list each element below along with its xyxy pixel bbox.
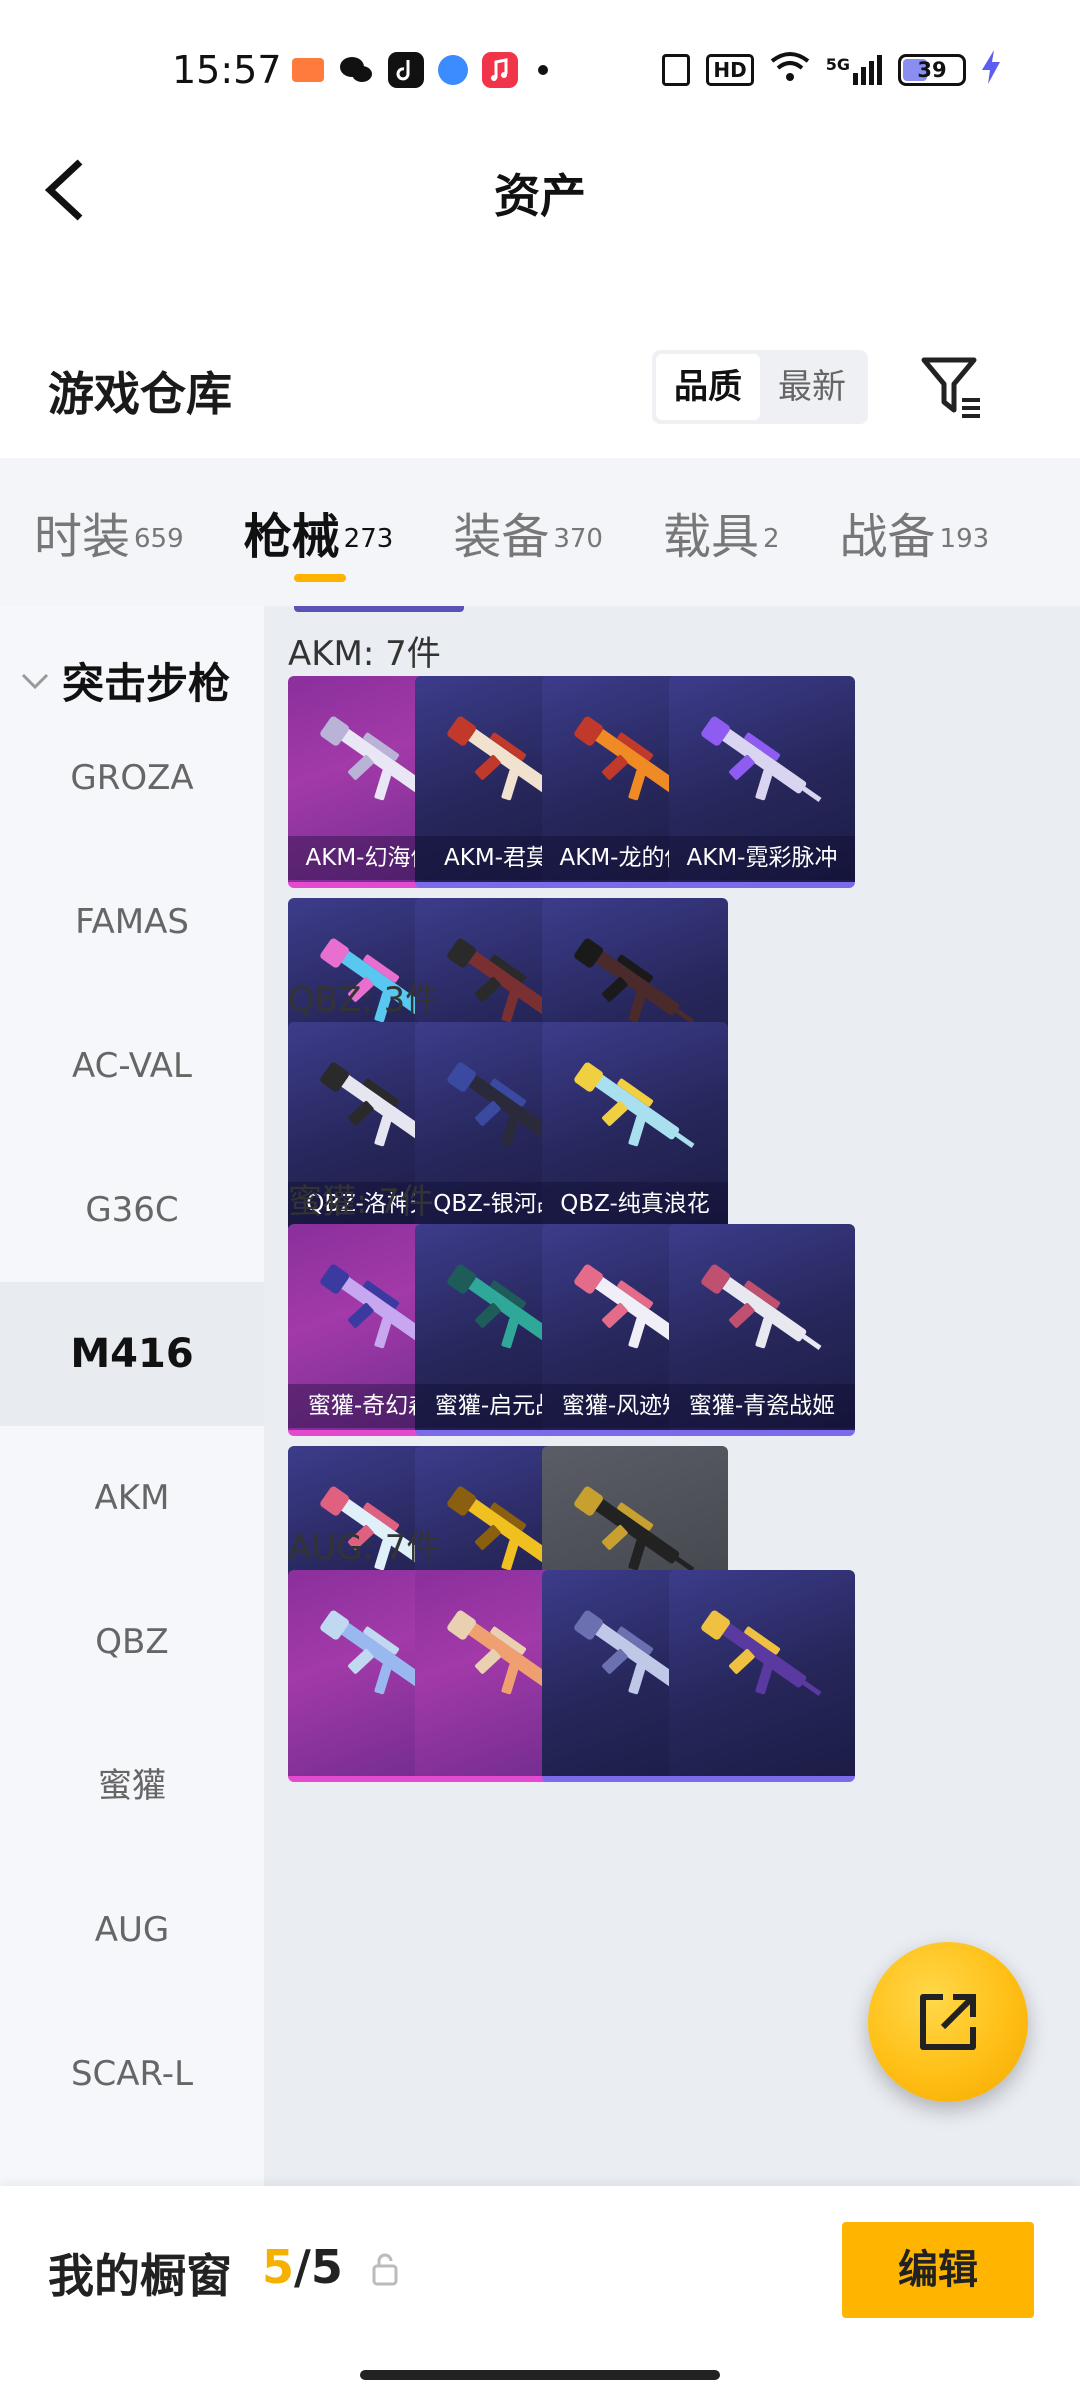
filter-button[interactable] [920, 354, 986, 420]
chevron-down-icon [21, 673, 49, 689]
sidebar-item[interactable]: QBZ [0, 1570, 264, 1714]
share-icon [920, 1994, 976, 2050]
sidebar-item[interactable]: SCAR-L [0, 2002, 264, 2146]
filter-icon [921, 357, 980, 418]
showcase-label: 我的橱窗 [48, 2249, 232, 2303]
tab-1[interactable]: 枪械 273 [243, 497, 394, 582]
bottom-bar: 我的橱窗 5/5 编辑 [0, 2186, 1080, 2400]
previous-card-edge [294, 606, 464, 612]
sort-quality-option[interactable]: 品质 [656, 354, 760, 420]
sort-newest-option[interactable]: 最新 [760, 354, 864, 420]
skin-card[interactable]: AKM-霓彩脉冲 [669, 676, 855, 888]
sidebar-item[interactable]: M416 [0, 1282, 264, 1426]
more-dot-icon [538, 65, 548, 75]
page-title: 资产 [494, 169, 586, 223]
status-right: HD 5G 39 [662, 50, 1000, 90]
network-type: 5G [825, 55, 850, 74]
notification-icons [292, 52, 548, 88]
sidebar-item[interactable]: GROZA [0, 706, 264, 850]
gun-skin-image [691, 1244, 833, 1384]
tab-count: 193 [939, 523, 990, 554]
hd-badge: HD [706, 54, 754, 86]
skin-card[interactable] [669, 1570, 855, 1782]
sidebar-item[interactable]: 蜜獾 [0, 1714, 264, 1858]
tab-count: 273 [343, 523, 394, 554]
showcase-total: /5 [294, 2240, 343, 2294]
tab-count: 370 [553, 523, 603, 554]
tab-label: 载具 [662, 509, 759, 565]
signal-icon: 5G [826, 55, 882, 85]
sidebar-item[interactable]: AKM [0, 1426, 264, 1570]
warehouse-title: 游戏仓库 [48, 367, 232, 421]
wechat-icon [338, 52, 374, 88]
share-button[interactable] [868, 1942, 1028, 2102]
showcase-current: 5 [262, 2240, 295, 2294]
sidebar-item[interactable]: FAMAS [0, 850, 264, 994]
sidebar-item[interactable]: AUG [0, 1858, 264, 2002]
tiktok-icon [388, 52, 424, 88]
battery-icon: 39 [898, 54, 966, 86]
app-notification-icon [292, 58, 324, 82]
tab-0[interactable]: 时装 659 [34, 497, 184, 567]
weapon-type-sidebar: 突击步枪 GROZA FAMAS AC-VAL G36C M416 AKM QBZ 蜜獾 AUG… [0, 606, 264, 2186]
skin-name: QBZ-纯真浪花 [542, 1182, 728, 1226]
gun-skin-image [691, 1590, 833, 1730]
status-bar: 15:57 HD 5G 39 [0, 0, 1080, 140]
home-indicator[interactable] [360, 2370, 720, 2380]
sidebar-heading-label: 突击步枪 [62, 659, 231, 708]
skin-card[interactable]: 蜜獾-青瓷战姬 [669, 1224, 855, 1436]
charging-icon [982, 50, 1000, 90]
section-title: AUG: 7件 [288, 1528, 441, 1568]
wifi-icon [770, 51, 810, 89]
tab-count: 659 [134, 523, 184, 554]
tab-2[interactable]: 装备 370 [453, 497, 603, 567]
gun-skin-image [691, 696, 833, 836]
tab-label: 战备 [839, 509, 936, 565]
section-title: QBZ: 3件 [288, 980, 440, 1020]
lock-icon [370, 2252, 400, 2286]
tab-label: 装备 [453, 509, 550, 565]
battery-level: 39 [917, 58, 947, 82]
nfc-icon [662, 54, 691, 86]
sidebar-heading[interactable]: 突击步枪 [20, 650, 230, 711]
tab-3[interactable]: 载具 2 [663, 497, 780, 567]
sidebar-item[interactable]: AC-VAL [0, 994, 264, 1138]
section-title: AKM: 7件 [288, 634, 441, 674]
gun-skin-image [564, 1042, 706, 1182]
tab-4[interactable]: 战备 193 [840, 497, 990, 567]
active-tab-indicator [293, 574, 346, 582]
tab-label: 枪械 [243, 509, 340, 565]
showcase-count: 5/5 [262, 2240, 343, 2294]
music-icon [482, 52, 518, 88]
tab-label: 时装 [34, 509, 131, 565]
skin-name: AKM-霓彩脉冲 [669, 836, 855, 880]
browser-icon [438, 55, 468, 85]
tab-count: 2 [762, 523, 780, 554]
sidebar-item[interactable]: G36C [0, 1138, 264, 1282]
sort-toggle: 品质 最新 [652, 350, 868, 424]
skin-name: 蜜獾-青瓷战姬 [669, 1384, 855, 1428]
status-time: 15:57 [172, 48, 282, 92]
section-title: 蜜獾: 7件 [288, 1182, 434, 1222]
edit-button[interactable]: 编辑 [842, 2222, 1034, 2318]
skin-card[interactable]: QBZ-纯真浪花 [542, 1022, 728, 1234]
category-tabs: 时装 659 枪械 273 装备 370 载具 2 战备 193 [0, 458, 1080, 606]
